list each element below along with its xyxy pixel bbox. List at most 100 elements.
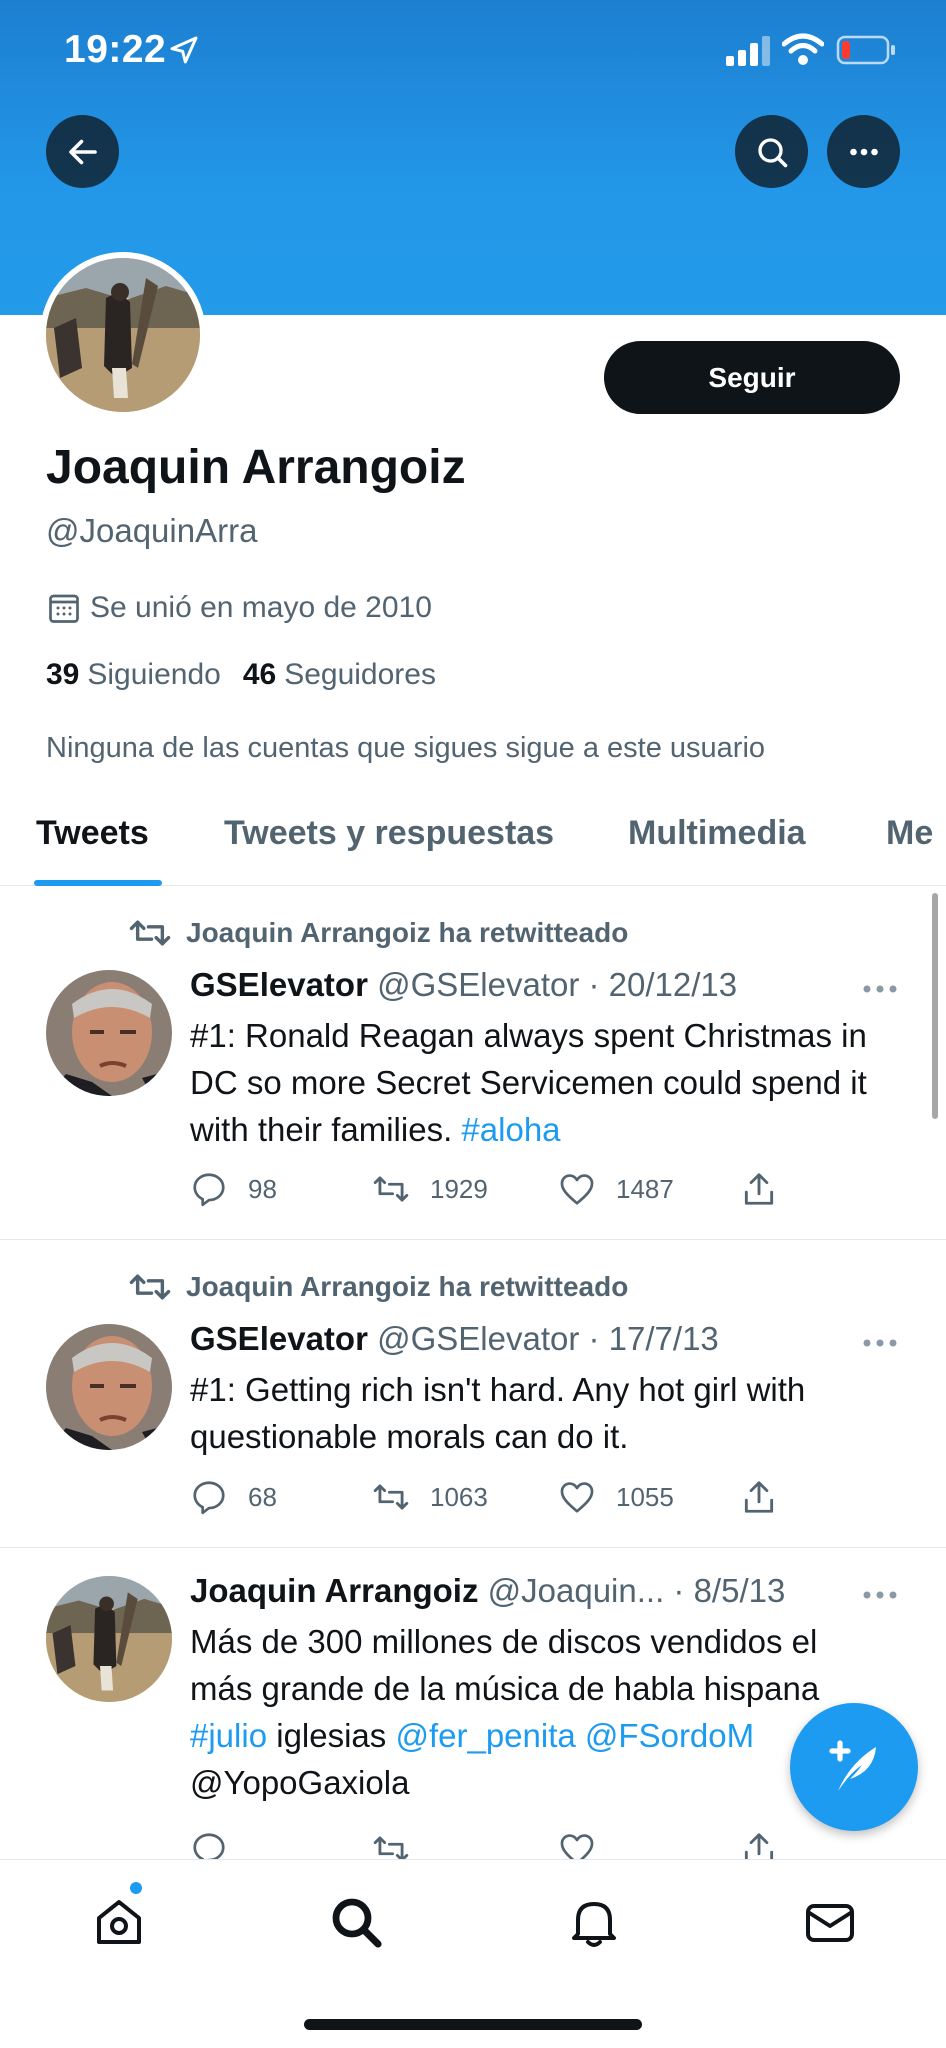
search-button[interactable] [735,115,808,188]
retweet-note-text: Joaquin Arrangoiz ha retwitteado [186,917,629,948]
bell-icon [572,1902,616,1947]
tweet-author-handle[interactable]: @Joaquin... [488,1572,665,1609]
retweet-count: 1063 [430,1481,488,1512]
nav-notifications[interactable] [566,1894,622,1950]
joined-date: Se unió en mayo de 2010 [46,590,432,626]
wifi-icon [782,33,824,65]
tweet-item[interactable]: Joaquin Arrangoiz ha retwitteado GSEleva… [0,886,946,1240]
retweet-button[interactable]: 1063 [372,1478,488,1516]
reply-icon [193,1173,225,1207]
heart-icon [560,1482,594,1513]
tweet-author-handle[interactable]: @GSElevator [377,966,579,1003]
tweet-text-line: Más de 300 millones de discos vendidos e… [190,1623,818,1660]
avatar-photo [46,1576,172,1702]
mention-link[interactable]: @fer_penita [395,1717,575,1754]
tweet-author-name[interactable]: Joaquin Arrangoiz [190,1572,478,1609]
like-button[interactable]: 1055 [558,1478,674,1516]
share-icon [744,1481,774,1513]
tweet-avatar[interactable] [46,970,172,1096]
tweet-header: GSElevator @GSElevator · 17/7/13 [190,1320,719,1358]
tweet-date[interactable]: · 17/7/13 [589,1320,719,1357]
tweet-author-handle[interactable]: @GSElevator [377,1320,579,1357]
joined-text: Se unió en mayo de 2010 [90,591,432,624]
nav-home[interactable] [91,1894,147,1950]
retweet-icon [373,1484,409,1510]
tab-media[interactable]: Multimedia [628,814,806,853]
profile-tabs: Tweets Tweets y respuestas Multimedia Me [0,800,946,886]
profile-handle: @JoaquinArra [46,512,258,549]
tweet-author-name[interactable]: GSElevator [190,966,368,1003]
feather-plus-icon [829,1740,876,1791]
nav-messages[interactable] [802,1894,858,1950]
tweet-more-icon[interactable] [862,984,898,994]
like-count: 1487 [616,1173,674,1204]
tweet-item[interactable]: Joaquin Arrangoiz @Joaquin... · 8/5/13 M… [0,1548,946,1868]
search-icon [332,1898,382,1948]
retweet-note: Joaquin Arrangoiz ha retwitteado [128,1270,628,1304]
tweet-author-name[interactable]: GSElevator [190,1320,368,1357]
status-bar: 19:22 [0,0,946,110]
tweet-date[interactable]: · 8/5/13 [673,1572,785,1609]
tweet-header: Joaquin Arrangoiz @Joaquin... · 8/5/13 [190,1572,785,1610]
followers-link[interactable]: 46 Seguidores [243,658,436,692]
new-content-dot [130,1882,142,1894]
retweet-icon [373,1176,409,1202]
tweet-text-word: iglesias [276,1717,387,1754]
followers-you-know-note: Ninguna de las cuentas que sigues sigue … [46,732,766,764]
share-button[interactable] [740,1170,798,1208]
like-button[interactable]: 1487 [558,1170,674,1208]
home-icon [97,1900,141,1944]
status-time: 19:22 [64,28,167,71]
retweet-note: Joaquin Arrangoiz ha retwitteado [128,916,628,950]
retweet-icon [129,1274,171,1300]
tab-tweets-and-replies[interactable]: Tweets y respuestas [224,814,554,853]
avatar-photo [46,258,200,412]
tweet-item[interactable]: Joaquin Arrangoiz ha retwitteado GSEleva… [0,1240,946,1548]
reply-button[interactable]: 68 [190,1478,277,1516]
arrow-left-icon [68,139,97,164]
reply-icon [193,1481,225,1515]
reply-count: 98 [248,1173,277,1204]
followers-count: 46 [242,658,277,691]
hashtag-link[interactable]: #julio [190,1717,267,1754]
compose-tweet-button[interactable] [790,1703,918,1831]
envelope-icon [806,1904,854,1942]
like-count: 1055 [616,1481,674,1512]
follow-counts: 39 Siguiendo 46 Seguidores [46,658,436,692]
hashtag-link[interactable]: #aloha [461,1111,560,1148]
tweet-header: GSElevator @GSElevator · 20/12/13 [190,966,737,1004]
avatar-photo [46,1324,172,1450]
followers-label: Seguidores [284,658,436,691]
home-indicator [304,2019,642,2030]
tweet-avatar[interactable] [46,1324,172,1450]
following-count: 39 [46,658,80,691]
profile-display-name: Joaquin Arrangoiz [46,441,466,494]
tweet-avatar[interactable] [46,1576,172,1702]
tweet-text-line: más grande de la música de habla hispana [190,1670,820,1707]
tweet-text: #1: Getting rich isn't hard. Any hot gir… [190,1371,806,1455]
tab-likes[interactable]: Me [886,814,933,853]
reply-button[interactable]: 98 [190,1170,277,1208]
retweet-button[interactable]: 1929 [372,1170,488,1208]
share-icon [744,1173,774,1205]
calendar-icon [49,594,79,623]
tweet-actions: 98 1929 1487 [190,1170,810,1210]
following-label: Siguiendo [87,658,221,691]
following-link[interactable]: 39 Siguiendo [46,658,221,692]
tweet-more-icon[interactable] [862,1590,898,1600]
back-button[interactable] [46,115,119,188]
battery-icon [836,35,895,65]
location-arrow-icon [170,36,198,64]
tweet-more-icon[interactable] [862,1338,898,1348]
more-options-button[interactable] [827,115,900,188]
retweet-icon [129,920,171,946]
retweet-count: 1929 [430,1173,488,1204]
profile-avatar[interactable] [40,252,206,418]
share-button[interactable] [740,1478,798,1516]
tweet-date[interactable]: · 20/12/13 [589,966,738,1003]
follow-button[interactable]: Seguir [604,341,900,414]
cellular-signal-icon [726,36,770,66]
tab-tweets[interactable]: Tweets [36,814,149,853]
mention-link[interactable]: @FSordoM [585,1717,754,1754]
nav-explore[interactable] [328,1894,384,1950]
